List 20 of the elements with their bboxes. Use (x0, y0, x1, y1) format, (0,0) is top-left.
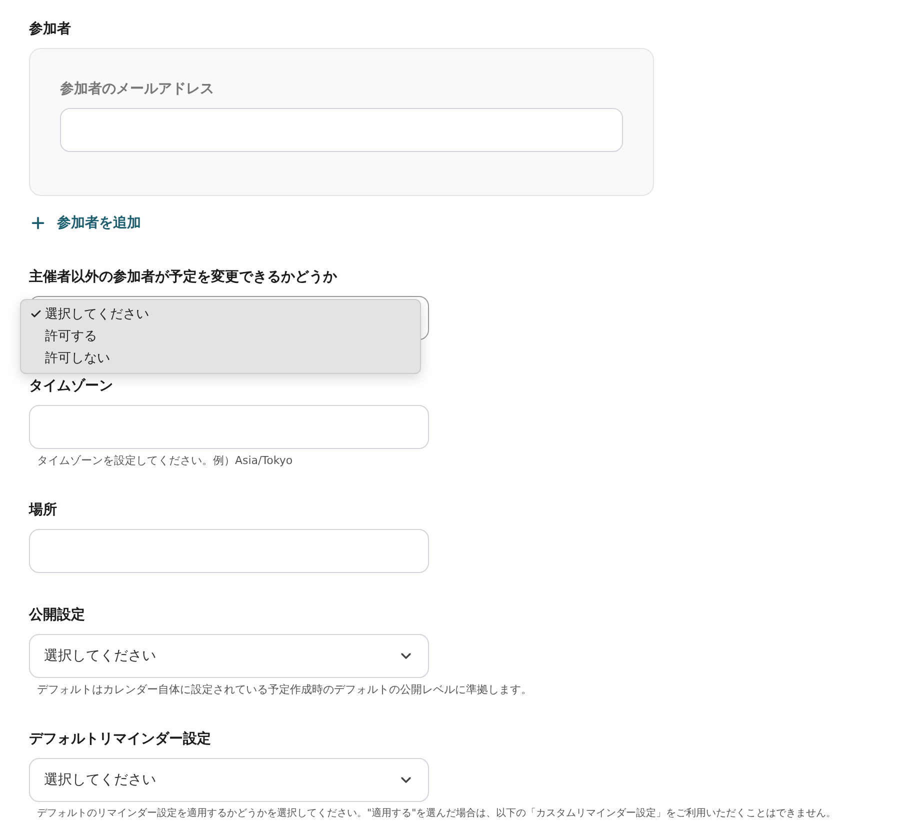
plus-icon (29, 214, 47, 232)
help-text: デフォルトのリマインダー設定を適用するかどうかを選択してください。"適用する"を選んだ場合は、以下の「カスタムリマインダー設定」をご利用いただくことはできません。 (37, 807, 836, 821)
help-text: デフォルトはカレンダー自体に設定されている予定作成時のデフォルトの公開レベルに準拠します。 (37, 683, 532, 697)
add-attendee-button[interactable]: 参加者を追加 (29, 211, 141, 235)
field-label: 場所 (29, 501, 57, 520)
input-field[interactable] (60, 108, 623, 152)
menu-option[interactable]: 許可しない (21, 347, 420, 369)
field-label: 公開設定 (29, 606, 85, 625)
menu-option[interactable]: 選択してください (21, 303, 420, 325)
input-field[interactable] (29, 529, 429, 573)
field-label: 主催者以外の参加者が予定を変更できるかどうか (29, 268, 337, 287)
select-field[interactable]: 選択してください (29, 634, 429, 678)
help-text: タイムゾーンを設定してください。例）Asia/Tokyo (37, 454, 293, 468)
field-label: 参加者のメールアドレス (60, 80, 214, 99)
field-label: デフォルトリマインダー設定 (29, 730, 211, 749)
select-field[interactable]: 選択してください (29, 758, 429, 802)
input-field[interactable] (29, 405, 429, 449)
menu-option[interactable]: 許可する (21, 325, 420, 347)
section-label: 参加者 (29, 20, 71, 39)
field-label: タイムゾーン (29, 377, 113, 396)
